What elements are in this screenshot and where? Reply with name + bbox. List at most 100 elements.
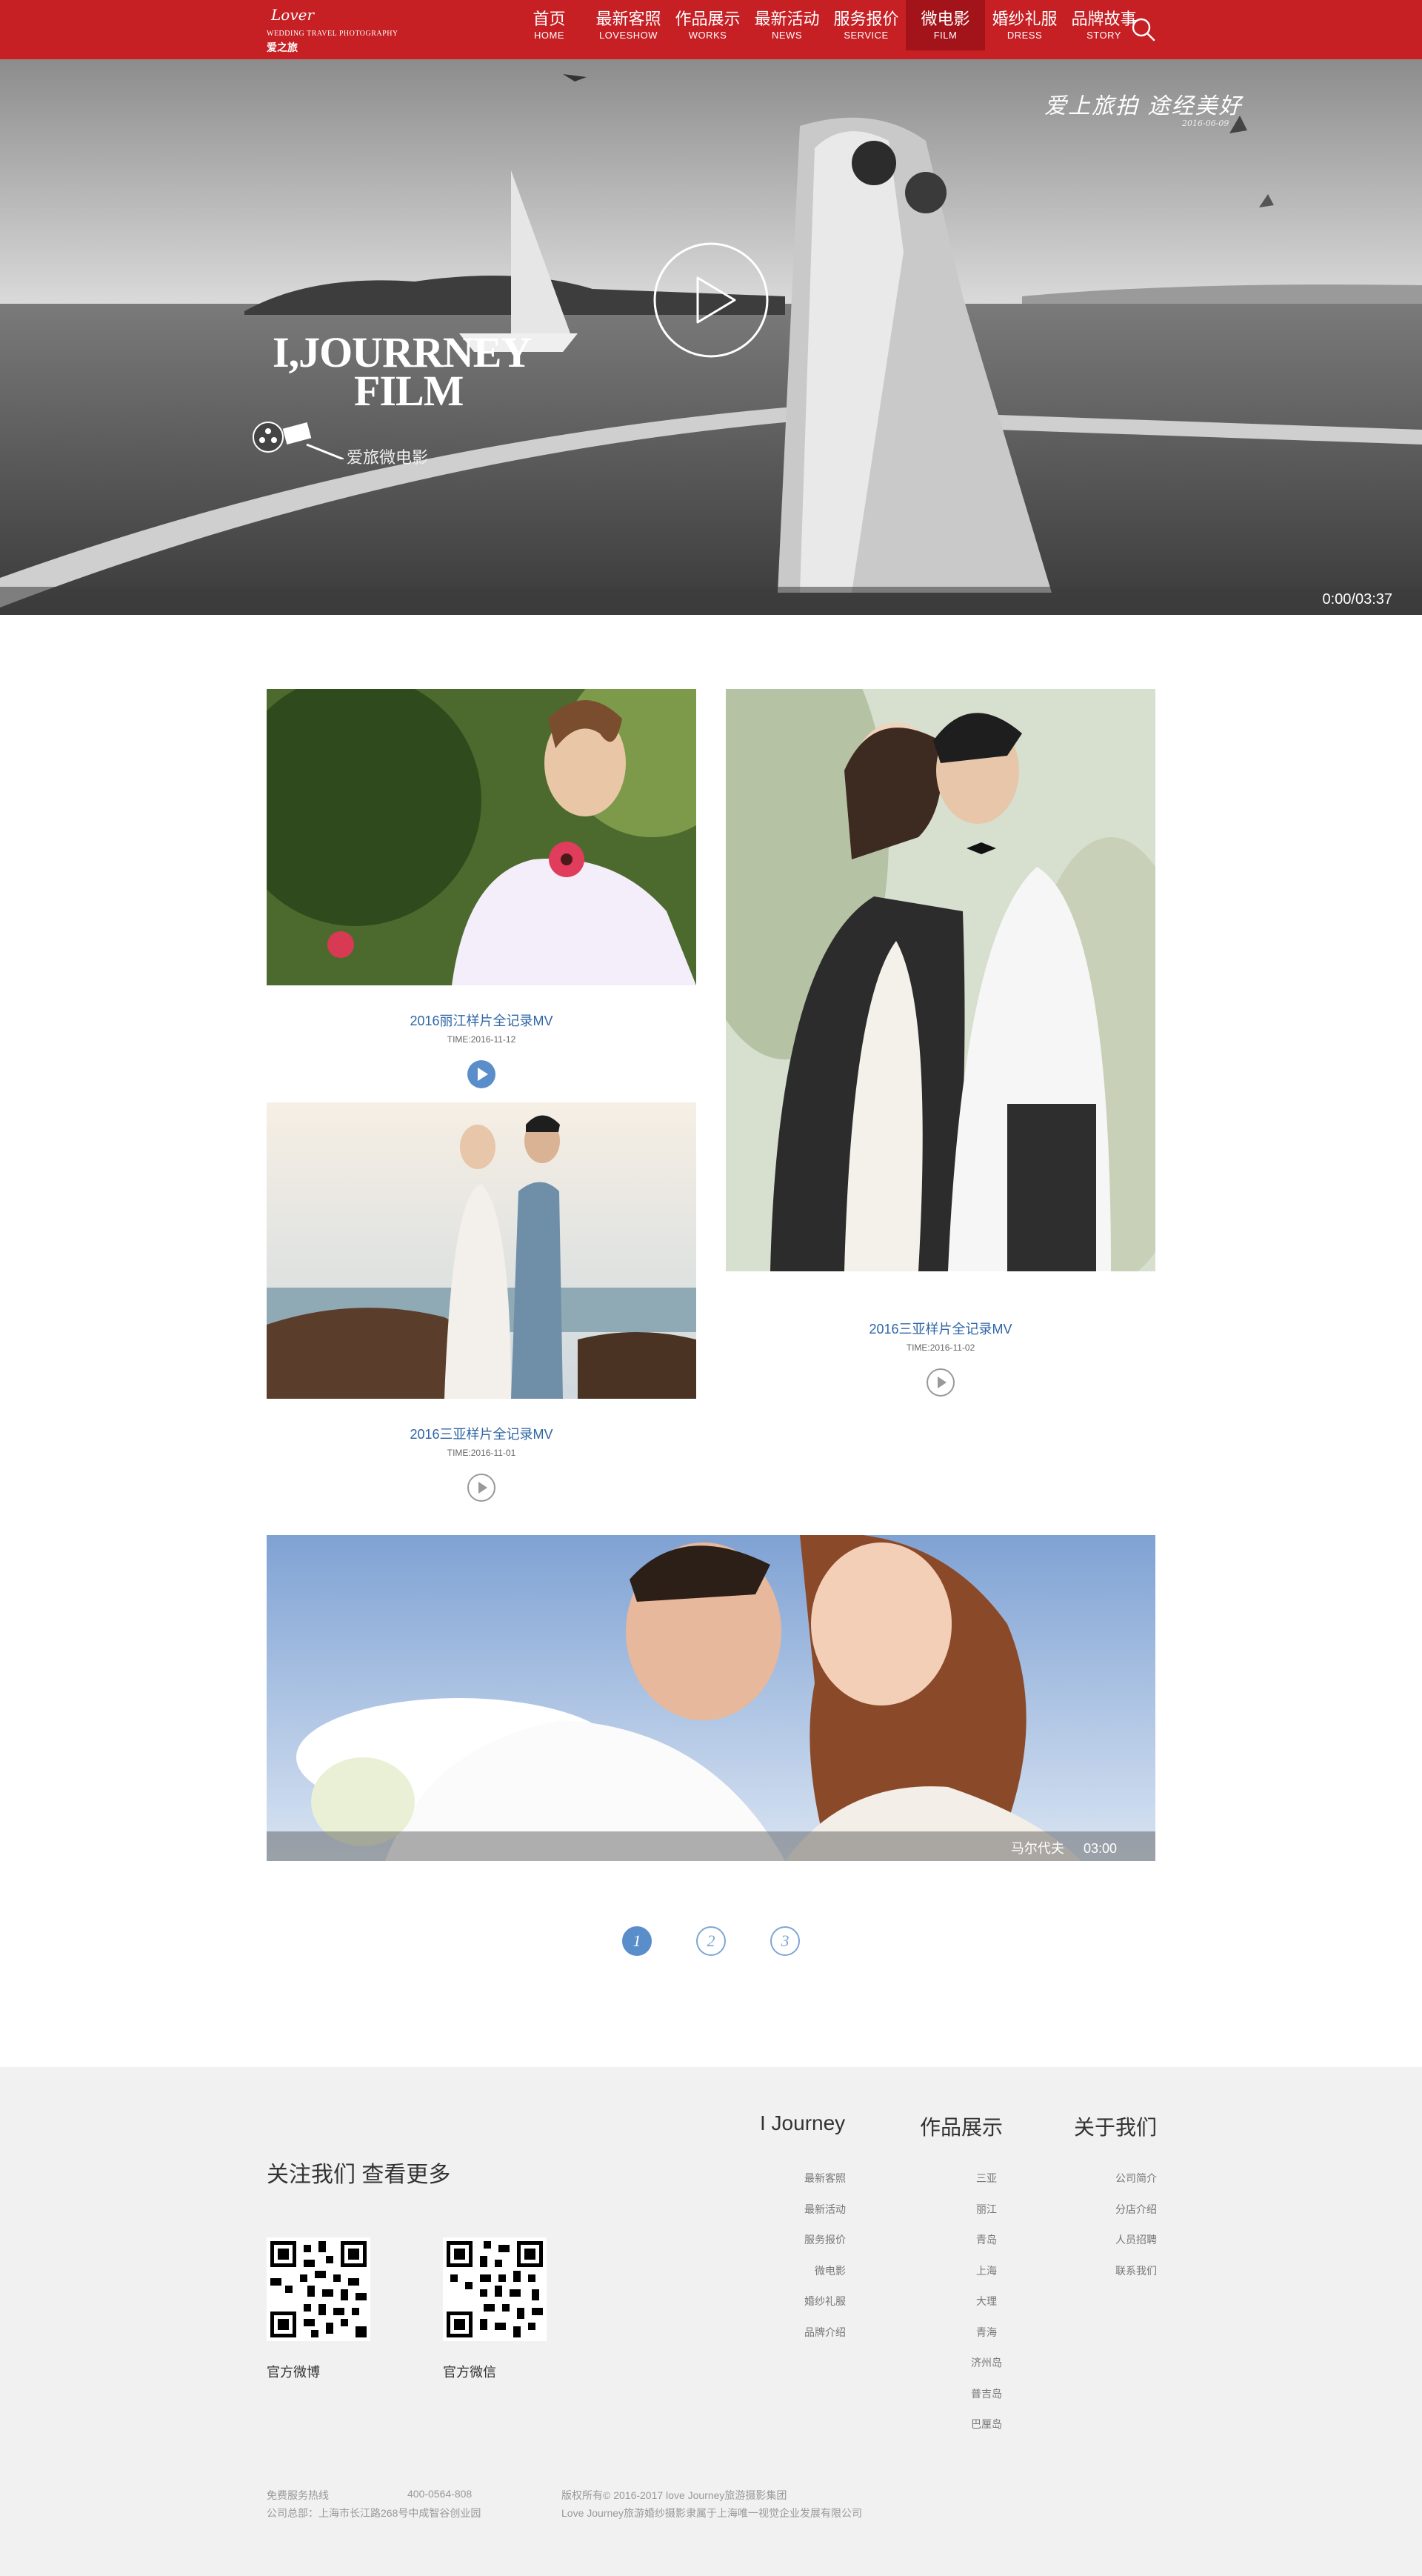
video-date: TIME:2016-11-02	[906, 1342, 975, 1353]
nav-loveshow[interactable]: 最新客照 LOVESHOW	[589, 0, 668, 50]
footer-links-about: 公司简介 分店介绍 人员招聘 联系我们	[1068, 2163, 1157, 2286]
footer-link[interactable]: 丽江	[942, 2194, 1031, 2226]
nav-sublabel: STORY	[1086, 30, 1121, 41]
play-icon[interactable]	[467, 1059, 496, 1089]
company-address: 公司总部：上海市长江路268号中成智谷创业园	[267, 2507, 481, 2519]
video-thumbnail[interactable]	[267, 1102, 696, 1399]
nav-home[interactable]: 首页 HOME	[510, 0, 589, 50]
video-date: TIME:2016-11-12	[447, 1034, 516, 1045]
film-reel-icon	[253, 422, 344, 459]
nav-label: 婚纱礼服	[992, 10, 1058, 28]
nav-sublabel: LOVESHOW	[598, 30, 658, 41]
nav-label: 首页	[533, 10, 566, 28]
footer-link[interactable]: 最新客照	[757, 2163, 846, 2194]
brand-logo[interactable]: Lover WEDDING TRAVEL PHOTOGRAPHY 爱之旅	[267, 4, 400, 55]
nav-dress[interactable]: 婚纱礼服 DRESS	[985, 0, 1064, 50]
search-icon[interactable]	[1130, 16, 1157, 43]
nav-label: 作品展示	[675, 10, 741, 28]
featured-caption: 马尔代夫 03:00	[1011, 1838, 1117, 1857]
company-info: Love Journey旅游婚纱摄影隶属于上海唯一视觉企业发展有限公司	[561, 2507, 863, 2519]
nav-sublabel: NEWS	[772, 30, 802, 41]
hero-slogan-date: 2016-06-09	[1182, 119, 1229, 128]
pagination: 1 2 3	[622, 1926, 800, 1956]
footer-link[interactable]: 济州岛	[942, 2348, 1031, 2379]
nav-works[interactable]: 作品展示 WORKS	[668, 0, 747, 50]
nav-sublabel: HOME	[534, 30, 564, 41]
footer-link[interactable]: 巴厘岛	[942, 2409, 1031, 2440]
video-card[interactable]: 2016三亚样片全记录MV TIME:2016-11-02	[726, 689, 1155, 1405]
footer-link[interactable]: 分店介绍	[1068, 2194, 1157, 2226]
logo-name: 爱之旅	[267, 41, 298, 53]
nav-sublabel: DRESS	[1007, 30, 1043, 41]
nav-label: 服务报价	[833, 10, 899, 28]
footer-link[interactable]: 青海	[942, 2317, 1031, 2349]
nav-news[interactable]: 最新活动 NEWS	[747, 0, 827, 50]
featured-duration: 03:00	[1083, 1841, 1117, 1856]
footer-link[interactable]: 联系我们	[1068, 2256, 1157, 2287]
wechat-label: 官方微信	[443, 2365, 496, 2380]
footer-links-works: 三亚 丽江 青岛 上海 大理 青海 济州岛 普吉岛 巴厘岛	[942, 2163, 1031, 2440]
nav-sublabel: WORKS	[688, 30, 727, 41]
play-icon[interactable]	[467, 1473, 496, 1502]
nav-film[interactable]: 微电影 FILM	[906, 0, 985, 50]
featured-thumbnail	[267, 1535, 1155, 1861]
footer-links-journey: 最新客照 最新活动 服务报价 微电影 婚纱礼服 品牌介绍	[757, 2163, 846, 2348]
wechat-qr-code	[443, 2237, 547, 2341]
hotline-label: 免费服务热线	[267, 2489, 329, 2501]
logo-tagline: WEDDING TRAVEL PHOTOGRAPHY	[267, 30, 398, 38]
featured-title: 马尔代夫	[1010, 1841, 1064, 1856]
footer-link[interactable]: 服务报价	[757, 2225, 846, 2256]
top-nav-bar: Lover WEDDING TRAVEL PHOTOGRAPHY 爱之旅 首页 H…	[0, 0, 1422, 59]
hero-slogan: 爱上旅拍 途经美好	[1044, 93, 1243, 119]
nav-label: 品牌故事	[1071, 10, 1137, 28]
video-card[interactable]: 2016丽江样片全记录MV TIME:2016-11-12	[267, 689, 696, 1096]
hero-title: I,JOURRNEY FILM	[273, 331, 532, 415]
nav-label: 最新活动	[754, 10, 820, 28]
footer-col-heading: I Journey	[760, 2111, 846, 2134]
footer-link[interactable]: 三亚	[942, 2163, 1031, 2194]
footer-link[interactable]: 青岛	[942, 2225, 1031, 2256]
hero-subtitle: 爱旅微电影	[347, 448, 429, 467]
footer-col-heading: 作品展示	[920, 2116, 1004, 2139]
nav-sublabel: FILM	[933, 30, 958, 41]
video-card[interactable]: 2016三亚样片全记录MV TIME:2016-11-01	[267, 1102, 696, 1510]
nav-service[interactable]: 服务报价 SERVICE	[827, 0, 906, 50]
footer-link[interactable]: 品牌介绍	[757, 2317, 846, 2349]
nav-sublabel: SERVICE	[844, 30, 889, 41]
footer-link[interactable]: 上海	[942, 2256, 1031, 2287]
video-title[interactable]: 2016丽江样片全记录MV	[267, 1011, 696, 1030]
main-nav: 首页 HOME 最新客照 LOVESHOW 作品展示 WORKS 最新活动 NEWS 服…	[510, 0, 1144, 59]
site-footer: 关注我们 查看更多 官方微博 官方微信 I Journey 最新客照 最新活动 …	[0, 2067, 1422, 2576]
weibo-qr-code	[267, 2237, 370, 2341]
footer-link[interactable]: 微电影	[757, 2256, 846, 2287]
page-1-button[interactable]: 1	[622, 1926, 652, 1956]
footer-link[interactable]: 最新活动	[757, 2194, 846, 2226]
nav-label: 最新客照	[595, 10, 661, 28]
footer-link[interactable]: 大理	[942, 2286, 1031, 2317]
featured-video[interactable]: 马尔代夫 03:00	[267, 1535, 1155, 1861]
hero-video-player[interactable]: I,JOURRNEY FILM 爱旅微电影 爱上旅拍 途经美好 2016-06-…	[0, 59, 1422, 615]
video-control-bar[interactable]	[0, 587, 1422, 615]
nav-label: 微电影	[921, 10, 970, 28]
page-3-button[interactable]: 3	[770, 1926, 800, 1956]
video-title[interactable]: 2016三亚样片全记录MV	[267, 1424, 696, 1443]
copyright-text: 版权所有© 2016-2017 love Journey旅游摄影集团	[561, 2489, 787, 2501]
hero-title-line2: FILM	[354, 367, 464, 415]
video-title[interactable]: 2016三亚样片全记录MV	[726, 1319, 1155, 1338]
hotline-number: 400-0564-808	[407, 2488, 473, 2500]
play-circle-icon[interactable]	[652, 241, 770, 359]
video-thumbnail[interactable]	[726, 689, 1155, 1271]
video-time: 0:00/03:37	[1322, 591, 1392, 608]
footer-col-heading: 关于我们	[1074, 2116, 1158, 2139]
weibo-label: 官方微博	[267, 2365, 320, 2380]
video-date: TIME:2016-11-01	[447, 1448, 516, 1458]
page-2-button[interactable]: 2	[696, 1926, 726, 1956]
footer-link[interactable]: 人员招聘	[1068, 2225, 1157, 2256]
video-thumbnail[interactable]	[267, 689, 696, 985]
footer-link[interactable]: 公司简介	[1068, 2163, 1157, 2194]
follow-heading: 关注我们 查看更多	[267, 2163, 451, 2187]
play-icon[interactable]	[926, 1368, 955, 1397]
footer-link[interactable]: 婚纱礼服	[757, 2286, 846, 2317]
footer-link[interactable]: 普吉岛	[942, 2379, 1031, 2410]
logo-script: Lover	[271, 6, 315, 24]
